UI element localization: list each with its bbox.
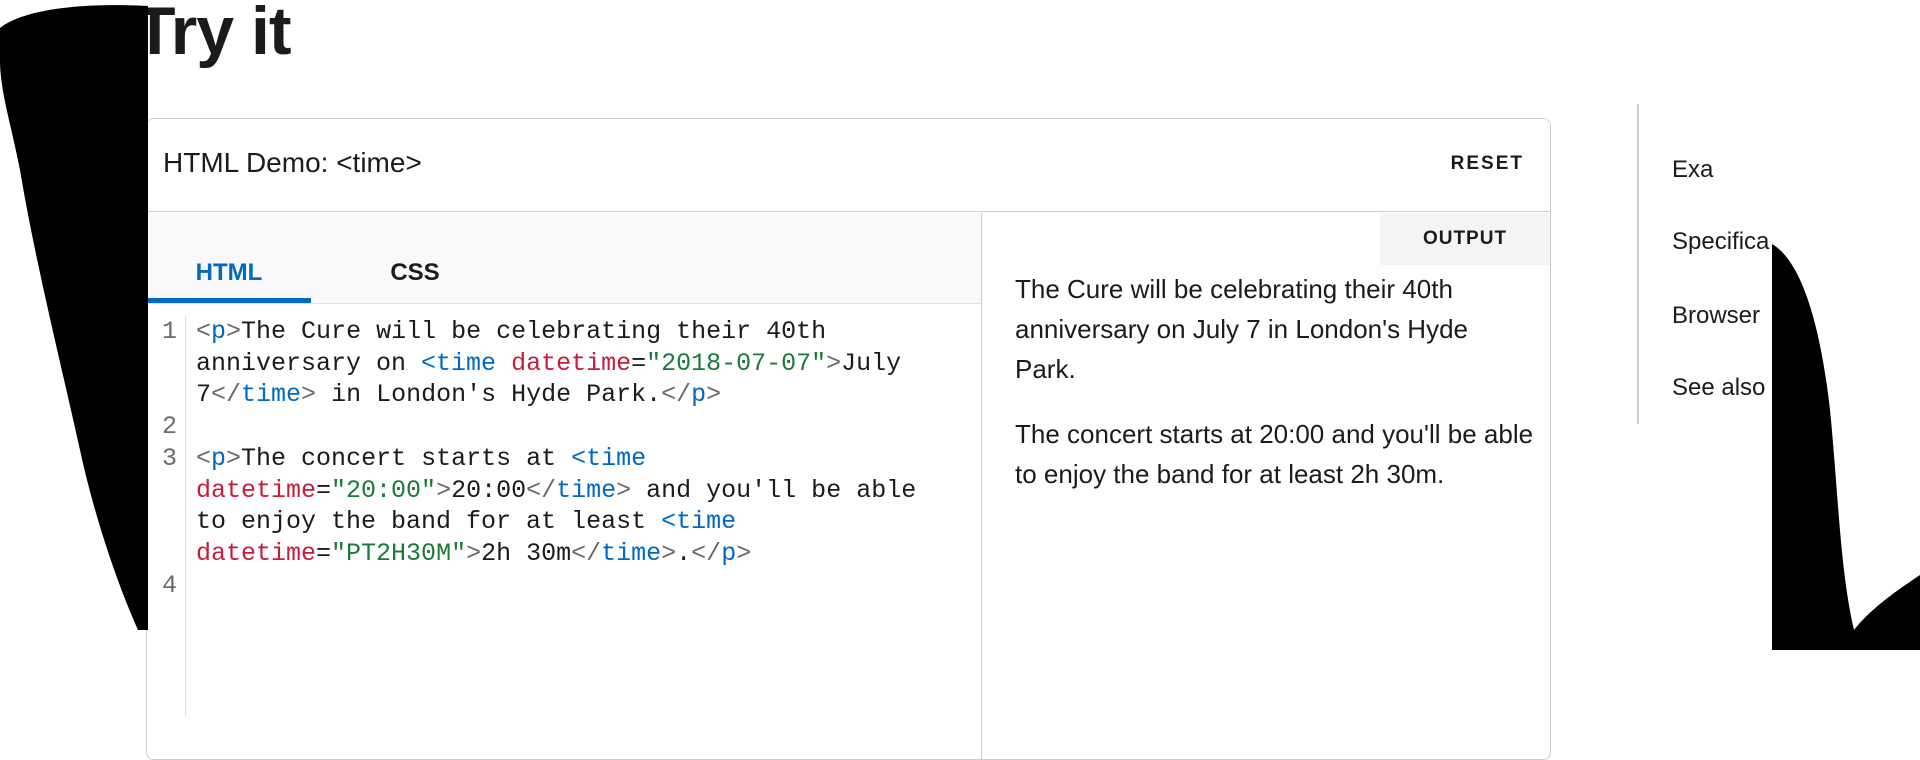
toc-item-browser-compatibility[interactable]: Browser [1672,302,1760,330]
output-paragraph: The concert starts at 20:00 and you'll b… [1015,419,1534,489]
output-pane: OUTPUT The Cure will be celebrating thei… [983,213,1550,759]
editor-tabs: HTML CSS [147,213,981,304]
table-of-contents: Exa Specifica Browser See also [1637,104,1769,424]
demo-header: HTML Demo: <time> RESET [147,119,1550,212]
output-paragraph: The Cure will be celebrating their 40th … [1015,274,1469,384]
demo-title: HTML Demo: <time> [163,147,422,178]
code-line: 7</time> in London's Hyde Park.</p> [196,380,722,410]
interactive-demo: HTML Demo: <time> RESET HTML CSS 1 2 3 4… [146,118,1551,760]
code-line: to enjoy the band for at least <time [196,507,737,537]
code-line: datetime="PT2H30M">2h 30m</time>.</p> [196,538,752,568]
code-editor[interactable]: 1 2 3 4 <p>The Cure will be celebrating … [147,304,981,716]
redaction-mark-right [1772,244,1920,650]
redaction-mark-left [0,5,148,630]
code-text: <p>The Cure will be celebrating their 40… [196,316,981,601]
line-number: 3 [161,444,177,473]
toc-item-specifications[interactable]: Specifica [1672,228,1769,256]
code-line: anniversary on <time datetime="2018-07-0… [196,348,902,378]
toc-item-see-also[interactable]: See also [1672,374,1765,402]
tab-html[interactable]: HTML [147,213,311,303]
line-number: 1 [161,317,177,346]
output-body: The Cure will be celebrating their 40th … [1015,269,1535,519]
reset-button[interactable]: RESET [1443,149,1532,179]
line-number: 2 [161,412,177,441]
editor-pane: HTML CSS 1 2 3 4 <p>The Cure will be cel… [147,213,982,759]
toc-item-examples[interactable]: Exa [1672,156,1713,184]
line-number: 4 [161,571,177,600]
code-line: <p>The concert starts at <time [196,443,647,473]
output-label: OUTPUT [1380,213,1550,265]
tab-css[interactable]: CSS [333,213,497,303]
section-heading: Try it [134,0,291,69]
code-line: <p>The Cure will be celebrating their 40… [196,317,827,346]
line-number-gutter: 1 2 3 4 [147,316,186,716]
code-line: datetime="20:00">20:00</time> and you'll… [196,475,917,505]
